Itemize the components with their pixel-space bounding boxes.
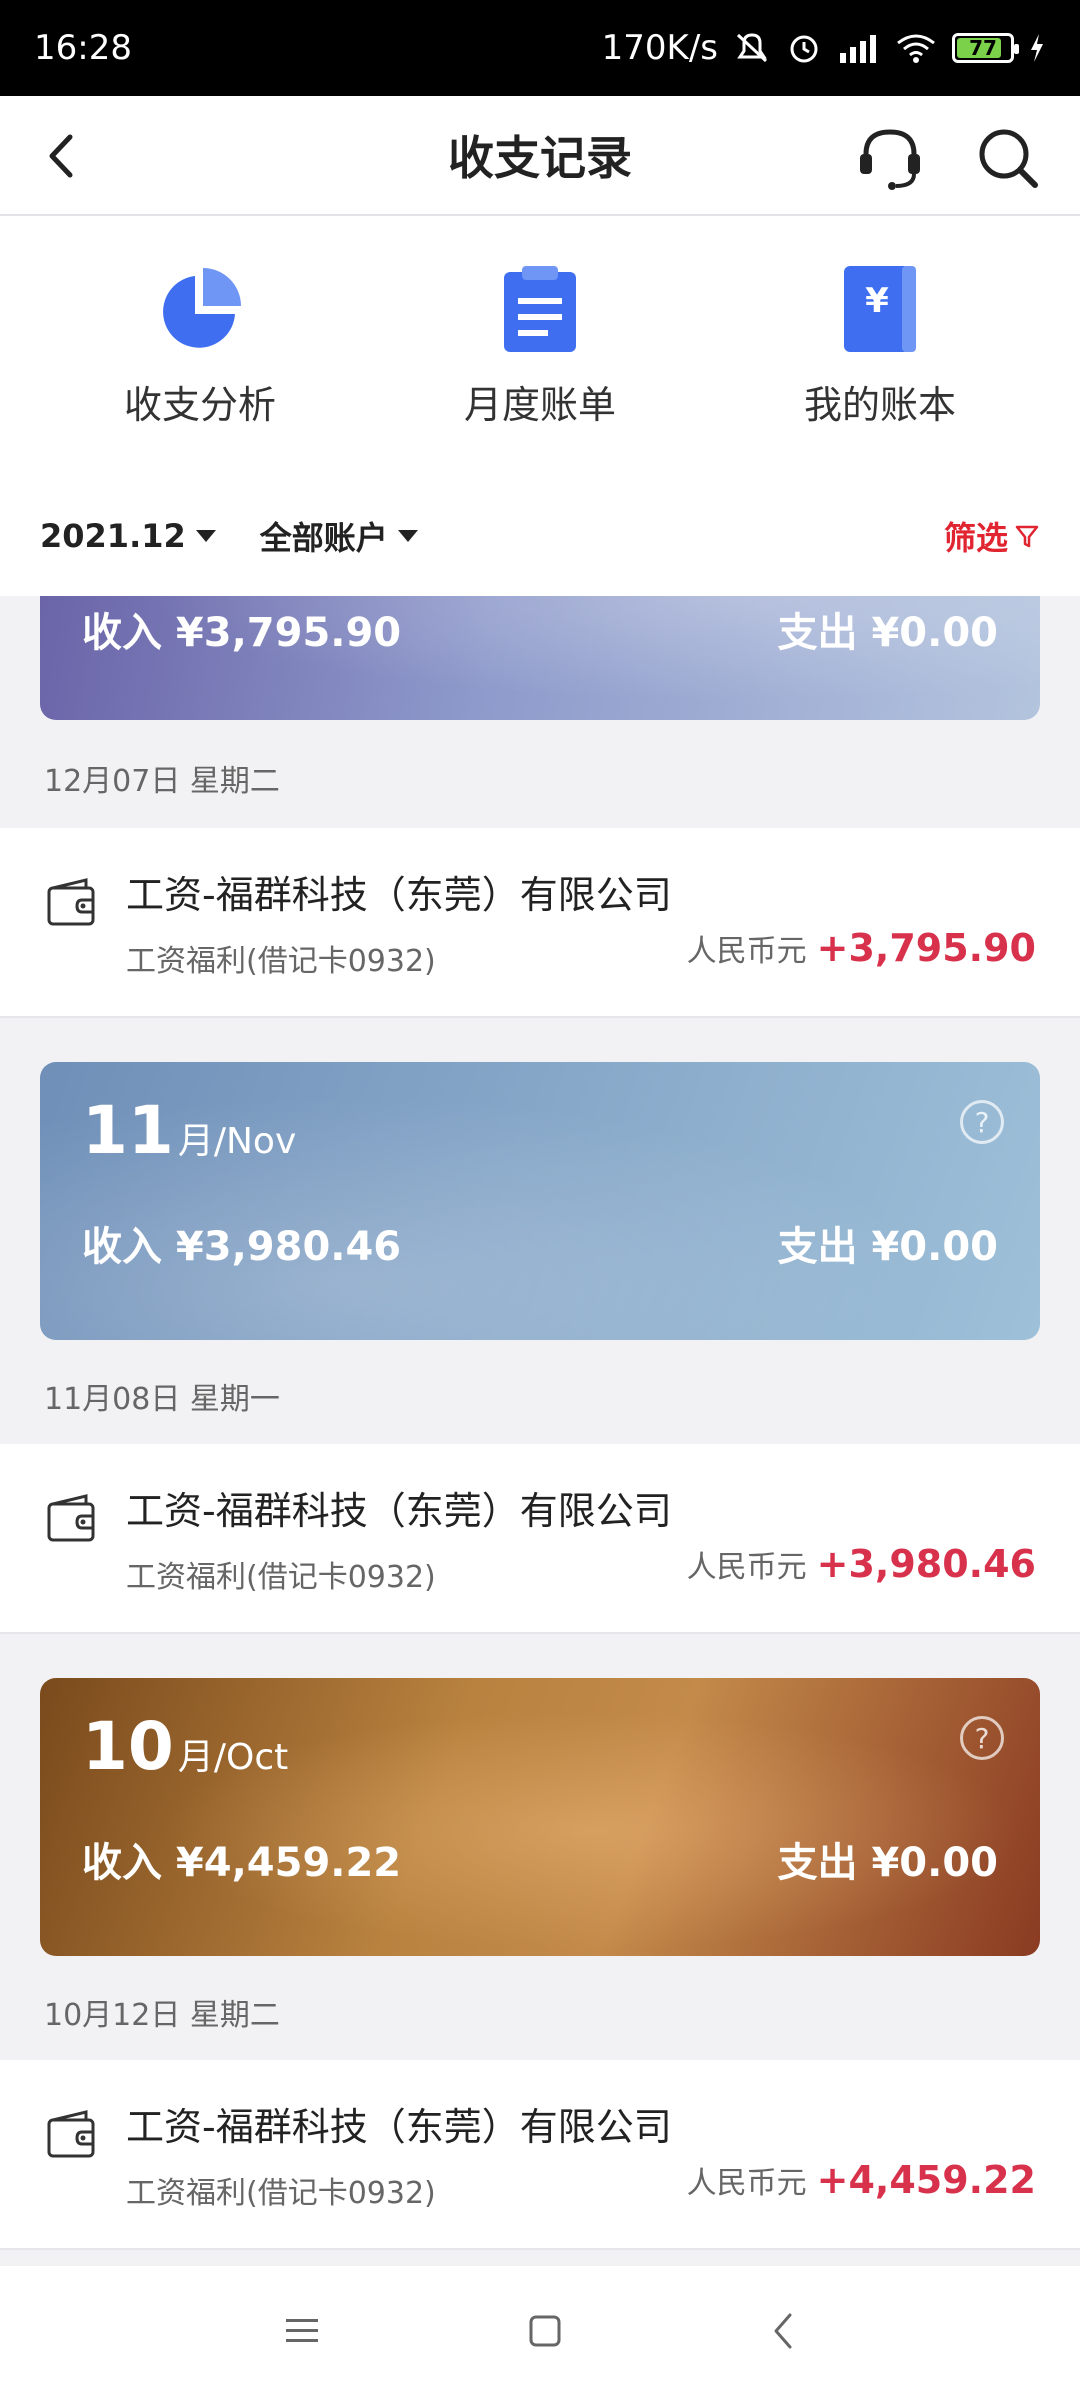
- transaction-date: 12月07日 星期二: [44, 764, 280, 799]
- clipboard-icon: [495, 264, 585, 354]
- transaction-date: 10月12日 星期二: [44, 1998, 280, 2033]
- charging-icon: [1028, 32, 1046, 64]
- monthly-bill-button[interactable]: 月度账单: [390, 264, 690, 429]
- month-income: 收入 ¥4,459.22: [82, 1840, 402, 1886]
- income-expense-analysis-button[interactable]: 收支分析: [50, 264, 350, 429]
- wallet-icon: [47, 2110, 95, 2158]
- alarm-icon: [786, 30, 822, 66]
- month-title: 10 月/Oct: [82, 1708, 288, 1785]
- home-icon: [529, 2315, 561, 2347]
- funnel-icon: [1015, 525, 1039, 548]
- app-bar: 收支记录: [0, 96, 1080, 216]
- month-summary-card[interactable]: 11 月/Nov ? 收入 ¥3,980.46 支出 ¥0.00: [40, 1062, 1040, 1340]
- transaction-row[interactable]: 工资-福群科技（东莞）有限公司 工资福利(借记卡0932) 人民币元 +3,79…: [0, 828, 1080, 1018]
- menu-button[interactable]: [282, 2313, 322, 2353]
- status-time: 16:28: [34, 28, 132, 68]
- signal-icon: [836, 31, 880, 65]
- transaction-amount: +3,980.46: [816, 1542, 1036, 1586]
- transaction-name: 工资-福群科技（东莞）有限公司: [126, 1489, 672, 1533]
- account-value: 全部账户: [259, 519, 388, 557]
- transaction-amount: +3,795.90: [816, 926, 1036, 970]
- battery-icon: 77: [952, 33, 1019, 63]
- quick-label: 月度账单: [463, 382, 616, 427]
- quick-label: 我的账本: [803, 382, 956, 427]
- customer-service-button[interactable]: [854, 122, 926, 194]
- pie-chart-icon: [155, 264, 245, 354]
- menu-icon: [285, 2319, 318, 2342]
- headset-icon: [860, 129, 920, 190]
- month-summary-card[interactable]: 收入 ¥3,795.90 支出 ¥0.00: [40, 596, 1040, 720]
- transaction-list[interactable]: 收入 ¥3,795.90 支出 ¥0.00 12月07日 星期二 工资-福群科技…: [0, 596, 1080, 2266]
- mute-icon: [732, 31, 772, 65]
- currency-label: 人民币元: [686, 934, 807, 969]
- wallet-icon: [47, 1494, 95, 1542]
- month-expense: 支出 ¥0.00: [777, 610, 998, 656]
- page-title: 收支记录: [448, 131, 632, 185]
- network-speed: 170K/s: [601, 28, 718, 68]
- wallet-icon: [47, 878, 95, 926]
- transaction-name: 工资-福群科技（东莞）有限公司: [126, 2105, 672, 2149]
- transaction-category: 工资福利(借记卡0932): [126, 1560, 436, 1595]
- transaction-name: 工资-福群科技（东莞）有限公司: [126, 873, 672, 917]
- period-value: 2021.12: [40, 517, 186, 555]
- back-triangle-icon: [774, 2313, 792, 2349]
- account-dropdown[interactable]: 全部账户: [260, 513, 418, 559]
- wifi-icon: [894, 31, 938, 65]
- transaction-amount-group: 人民币元 +3,795.90: [687, 926, 1036, 970]
- transaction-amount-group: 人民币元 +4,459.22: [687, 2158, 1036, 2202]
- status-bar: 16:28 170K/s 77: [0, 0, 1080, 96]
- transaction-category: 工资福利(借记卡0932): [126, 2176, 436, 2211]
- transaction-date: 11月08日 星期一: [44, 1382, 280, 1417]
- month-suffix: 月/Oct: [177, 1737, 289, 1778]
- period-dropdown[interactable]: 2021.12: [40, 517, 216, 555]
- currency-label: 人民币元: [686, 2166, 807, 2201]
- my-ledger-button[interactable]: ¥ 我的账本: [730, 264, 1030, 429]
- ledger-book-icon: ¥: [835, 264, 925, 354]
- search-button[interactable]: [972, 122, 1044, 194]
- transaction-row[interactable]: 工资-福群科技（东莞）有限公司 工资福利(借记卡0932) 人民币元 +3,98…: [0, 1444, 1080, 1634]
- transaction-amount-group: 人民币元 +3,980.46: [687, 1542, 1036, 1586]
- back-button[interactable]: [30, 126, 90, 186]
- transaction-amount: +4,459.22: [816, 2158, 1036, 2202]
- month-expense: 支出 ¥0.00: [777, 1840, 998, 1886]
- svg-text:¥: ¥: [865, 281, 889, 321]
- search-icon: [979, 129, 1038, 188]
- filter-bar: 2021.12 全部账户 筛选: [0, 476, 1080, 596]
- currency-label: 人民币元: [686, 1550, 807, 1585]
- caret-down-icon: [195, 530, 216, 542]
- month-summary-card[interactable]: 10 月/Oct ? 收入 ¥4,459.22 支出 ¥0.00: [40, 1678, 1040, 1956]
- month-number: 10: [82, 1708, 174, 1785]
- month-income: 收入 ¥3,795.90: [82, 610, 402, 656]
- chevron-left-icon: [49, 134, 73, 178]
- quick-actions: 收支分析 月度账单 ¥ 我的账本: [0, 216, 1080, 476]
- month-suffix: 月/Nov: [177, 1121, 297, 1162]
- filter-label: 筛选: [943, 519, 1008, 557]
- transaction-category: 工资福利(借记卡0932): [126, 944, 436, 979]
- filter-button[interactable]: 筛选: [944, 513, 1040, 559]
- back-nav-button[interactable]: [768, 2311, 798, 2355]
- month-title: 11 月/Nov: [82, 1092, 296, 1169]
- month-number: 11: [82, 1092, 174, 1169]
- month-income: 收入 ¥3,980.46: [82, 1224, 402, 1270]
- quick-label: 收支分析: [123, 382, 276, 427]
- month-expense: 支出 ¥0.00: [777, 1224, 998, 1270]
- home-button[interactable]: [525, 2311, 565, 2355]
- battery-level: 77: [969, 36, 997, 60]
- system-nav-bar: [0, 2266, 1080, 2400]
- transaction-row[interactable]: 工资-福群科技（东莞）有限公司 工资福利(借记卡0932) 人民币元 +4,45…: [0, 2060, 1080, 2250]
- help-icon[interactable]: ?: [960, 1716, 1004, 1760]
- help-icon[interactable]: ?: [960, 1100, 1004, 1144]
- caret-down-icon: [397, 530, 418, 542]
- status-icons: 170K/s 77: [602, 28, 1046, 68]
